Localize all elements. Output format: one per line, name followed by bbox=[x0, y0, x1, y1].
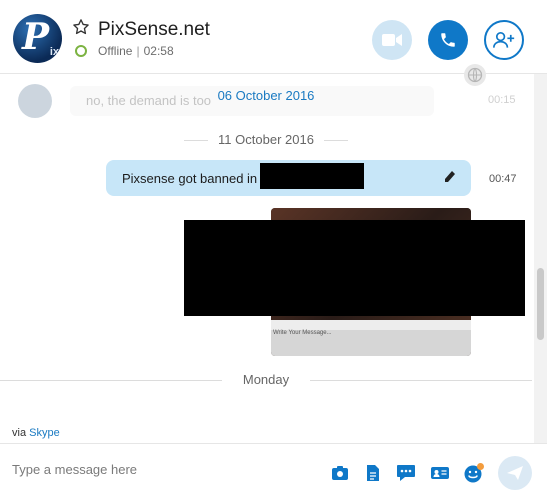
contact-card-icon bbox=[431, 467, 449, 479]
date-separator: 11 October 2016 bbox=[0, 130, 532, 150]
add-contact-icon bbox=[493, 31, 515, 48]
image-footer-bar bbox=[271, 320, 471, 330]
local-time: 02:58 bbox=[143, 44, 174, 58]
message-input[interactable]: Type a message here bbox=[12, 462, 137, 477]
video-call-button[interactable] bbox=[372, 20, 412, 60]
emoji-icon bbox=[464, 463, 484, 483]
date-separator-label: 11 October 2016 bbox=[218, 132, 314, 147]
presence-label: Offline bbox=[98, 44, 133, 58]
chat-icon bbox=[397, 465, 415, 481]
globe-glyph bbox=[467, 67, 483, 83]
globe-icon[interactable] bbox=[464, 64, 486, 86]
add-people-button[interactable] bbox=[484, 20, 524, 60]
avatar-logo-sub: ix bbox=[49, 46, 59, 58]
image-hint-text: Write Your Message... bbox=[273, 330, 332, 336]
redacted-block bbox=[184, 220, 525, 316]
scrollbar-track[interactable] bbox=[534, 0, 547, 500]
avatar[interactable]: P ix bbox=[13, 14, 62, 63]
message-text: Pixsense got banned in bbox=[122, 171, 258, 186]
image-footer: Write Your Message... bbox=[271, 320, 471, 356]
emoticon-button[interactable] bbox=[463, 462, 485, 484]
divider-line bbox=[310, 380, 532, 381]
send-button[interactable] bbox=[498, 456, 532, 490]
via-prefix: via bbox=[12, 427, 27, 439]
floating-date-label: 06 October 2016 bbox=[217, 88, 315, 103]
outgoing-message-bubble[interactable]: Pixsense got banned in bbox=[106, 160, 471, 196]
photo-icon bbox=[332, 466, 348, 480]
send-contact-button[interactable] bbox=[429, 462, 451, 484]
audio-call-button[interactable] bbox=[428, 20, 468, 60]
star-icon[interactable] bbox=[72, 18, 90, 36]
message-time: 00:47 bbox=[489, 173, 517, 185]
conversation-header: P ix PixSense.net Offline | 02:58 bbox=[0, 0, 547, 74]
scrollbar-thumb[interactable] bbox=[537, 268, 544, 340]
send-photo-button[interactable] bbox=[329, 462, 351, 484]
redacted-block bbox=[260, 163, 364, 189]
send-icon bbox=[507, 466, 523, 480]
call-icon bbox=[441, 33, 455, 47]
avatar-logo: P bbox=[22, 16, 50, 58]
file-icon bbox=[367, 465, 379, 481]
edit-icon[interactable] bbox=[443, 169, 457, 185]
divider-line bbox=[324, 140, 348, 141]
via-skype-link[interactable]: Skype bbox=[29, 427, 60, 439]
video-icon bbox=[382, 34, 402, 46]
day-separator: Monday bbox=[0, 370, 532, 390]
status-separator: | bbox=[136, 44, 140, 58]
contact-name: PixSense.net bbox=[98, 19, 210, 40]
via-note: via Skype bbox=[12, 427, 60, 439]
message-composer: Type a message here bbox=[0, 443, 547, 500]
video-message-button[interactable] bbox=[395, 462, 417, 484]
send-file-button[interactable] bbox=[362, 462, 384, 484]
presence-icon bbox=[75, 45, 87, 57]
presence-status: Offline | 02:58 bbox=[98, 44, 174, 58]
